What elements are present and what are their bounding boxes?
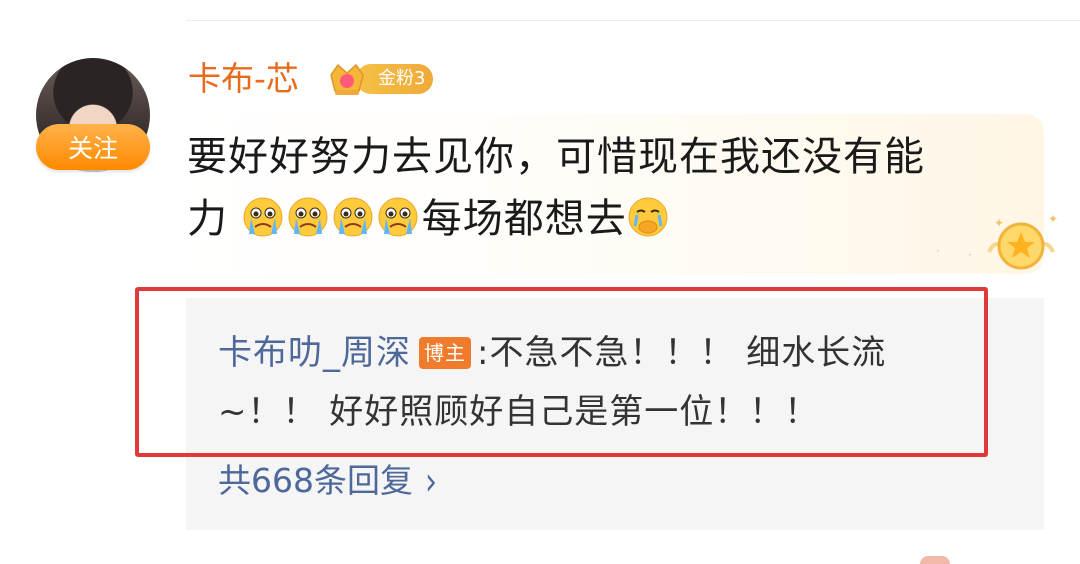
reply-count-label: 共668条回复 <box>218 461 413 500</box>
crown-icon <box>330 63 364 95</box>
sparkle-icon: ✦ <box>994 216 1005 230</box>
crying-face-icon <box>288 197 328 237</box>
highlight-frame <box>135 287 988 457</box>
comment-line-2-start: 力 <box>187 196 228 242</box>
fan-badge[interactable]: 金粉3 <box>356 64 434 94</box>
sparkle-icon: · <box>968 248 972 262</box>
crying-face-icon <box>243 197 283 237</box>
sparkle-icon: · <box>936 244 940 258</box>
follow-button[interactable]: 关注 <box>36 124 150 170</box>
comment-text: 要好好努力去见你，可惜现在我还没有能 力 每场都想去 <box>187 126 1017 250</box>
view-replies-link[interactable]: 共668条回复 › <box>218 455 437 509</box>
comment-username[interactable]: 卡布-芯 <box>188 56 299 102</box>
comment-line-2: 力 每场都想去 <box>187 188 1017 250</box>
top-divider <box>186 20 1080 21</box>
comment-line-1: 要好好努力去见你，可惜现在我还没有能 <box>187 134 925 180</box>
crying-face-icon <box>333 197 373 237</box>
comment-line-2-mid: 每场都想去 <box>421 196 627 242</box>
next-item-edge <box>920 556 950 564</box>
crying-face-icon <box>378 197 418 237</box>
sparkle-icon: ✦ <box>1048 212 1059 226</box>
crying-cover-mouth-icon <box>628 197 668 237</box>
chevron-right-icon: › <box>425 459 437 506</box>
